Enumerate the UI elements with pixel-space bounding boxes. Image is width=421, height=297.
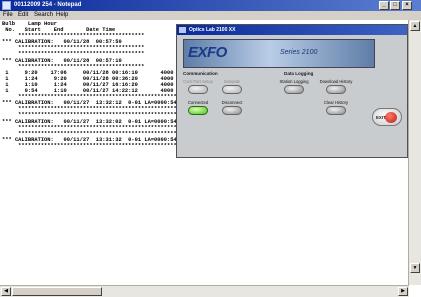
simulate-indicator[interactable] <box>222 85 242 94</box>
stop-icon <box>385 112 397 123</box>
scroll-up-icon[interactable]: ▲ <box>410 21 420 31</box>
vertical-scrollbar[interactable]: ▲ ▼ <box>408 20 421 285</box>
close-button[interactable]: × <box>402 1 412 10</box>
menu-help[interactable]: Help <box>56 11 68 20</box>
notepad-title-bar[interactable]: 00112009 254 - Notepad _ □ × <box>0 0 421 11</box>
exfo-logo: EXFO <box>188 44 227 61</box>
connected-label: Connected <box>187 100 209 105</box>
station-logging-label: Station Logging <box>279 79 309 84</box>
optics-lab-dialog: Optics Lab 2100 XX EXFO Series 2100 Comm… <box>176 24 408 158</box>
notepad-app-icon <box>2 1 11 10</box>
menu-edit[interactable]: Edit <box>18 11 28 20</box>
dialog-title: Optics Lab 2100 XX <box>189 27 236 33</box>
com-port-setup-indicator[interactable] <box>188 85 208 94</box>
horizontal-scrollbar[interactable]: ◀ ▶ <box>0 285 409 297</box>
notepad-window-title: 00112009 254 - Notepad <box>14 2 82 8</box>
connected-indicator[interactable] <box>188 106 208 115</box>
download-history-label: Download History <box>319 79 353 84</box>
dialog-app-icon <box>179 27 186 33</box>
disconnect-indicator[interactable] <box>222 106 242 115</box>
exfo-banner: EXFO Series 2100 <box>183 39 375 68</box>
clear-history-label: Clear History <box>323 100 349 105</box>
banner-subtitle: Series 2100 <box>280 49 318 56</box>
maximize-button[interactable]: □ <box>390 1 400 10</box>
communication-group-label: Communication <box>183 71 218 76</box>
scroll-left-icon[interactable]: ◀ <box>1 287 11 296</box>
data-logging-group-label: Data Logging <box>284 71 314 76</box>
exit-button[interactable]: EXIT <box>372 108 402 126</box>
station-logging-indicator[interactable] <box>284 85 304 94</box>
notepad-menu-bar: File Edit Search Help <box>0 11 421 20</box>
disconnect-label: Disconnect <box>221 100 243 105</box>
dialog-title-bar[interactable]: Optics Lab 2100 XX <box>177 25 407 35</box>
scroll-right-icon[interactable]: ▶ <box>398 287 408 296</box>
simulate-label: Simulate <box>223 79 241 84</box>
minimize-button[interactable]: _ <box>379 1 389 10</box>
scroll-down-icon[interactable]: ▼ <box>410 263 420 273</box>
horizontal-scroll-thumb[interactable] <box>12 287 102 296</box>
com-port-setup-label: Com Port Setup <box>183 79 213 84</box>
download-history-indicator[interactable] <box>326 85 346 94</box>
menu-search[interactable]: Search <box>34 11 53 20</box>
clear-history-indicator[interactable] <box>326 106 346 115</box>
menu-file[interactable]: File <box>3 11 13 20</box>
